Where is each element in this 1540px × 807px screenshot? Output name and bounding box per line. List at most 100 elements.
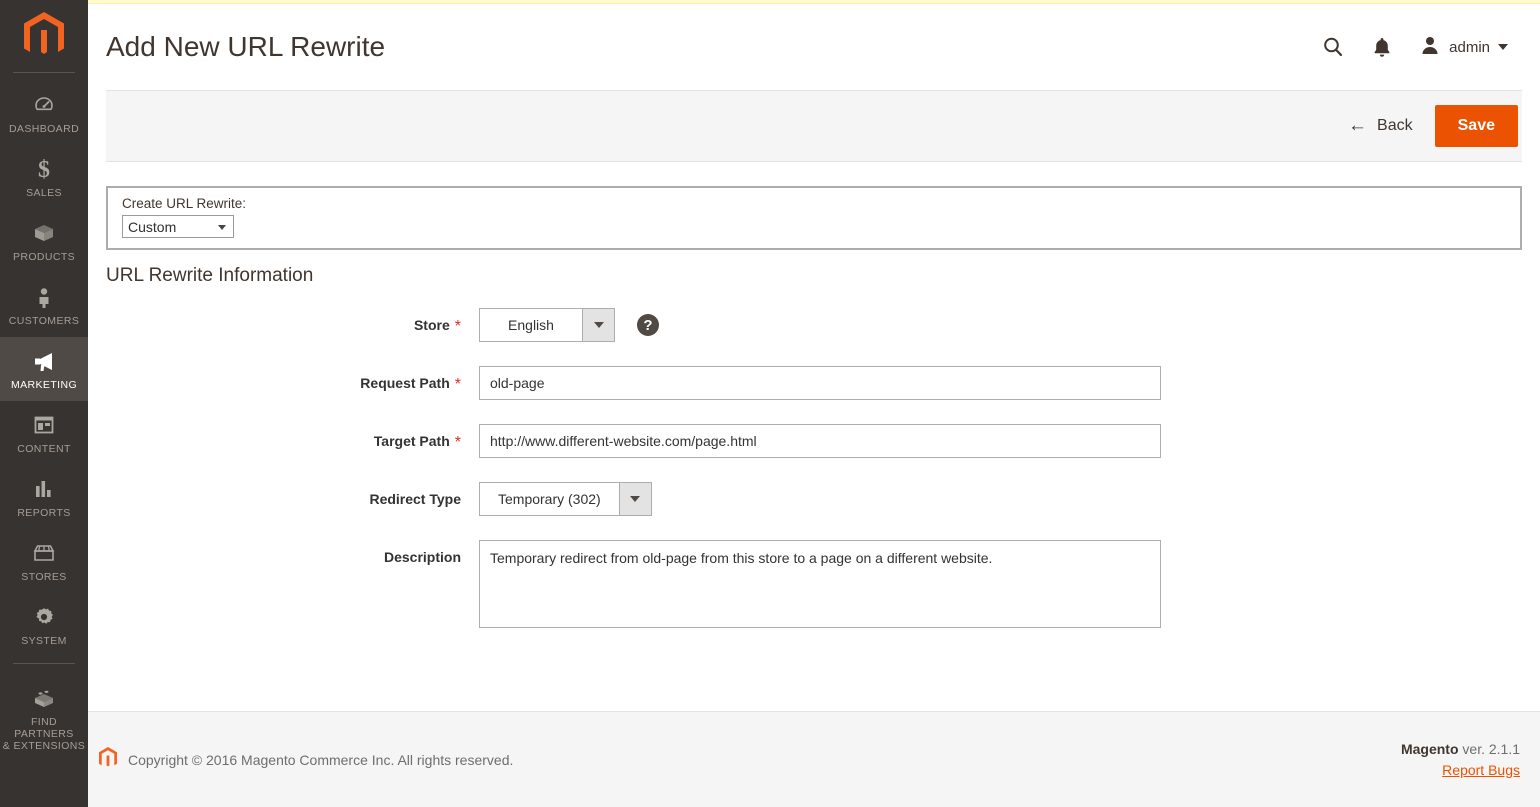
admin-account-menu[interactable]: admin [1419,34,1508,61]
sidebar-item-label: REPORTS [2,507,86,519]
redirect-type-control-col: Temporary (302) [461,482,1522,516]
field-row-description: Description [106,540,1522,628]
redirect-type-label-col: Redirect Type [106,482,461,508]
user-avatar-icon [1419,34,1441,61]
create-url-rewrite-box: Create URL Rewrite: Custom [106,186,1522,250]
box-package-icon [2,220,86,246]
search-icon [1321,35,1345,59]
sidebar-item-label: DASHBOARD [2,123,86,135]
bell-icon [1371,35,1393,59]
field-row-store: Store* English ? [106,308,1522,342]
puzzle-blocks-icon [2,685,86,711]
back-button-label: Back [1377,117,1413,135]
description-label-col: Description [106,540,461,566]
sidebar-item-label: SYSTEM [2,635,86,647]
sidebar-item-stores[interactable]: STORES [0,529,88,593]
layout-page-icon [2,412,86,438]
sidebar-item-label: PRODUCTS [2,251,86,263]
store-select-value: English [480,309,582,341]
sidebar-item-system[interactable]: SYSTEM [0,593,88,657]
sidebar-item-label: STORES [2,571,86,583]
field-row-request-path: Request Path* [106,366,1522,400]
store-select-dropdown-button[interactable] [582,309,614,341]
magento-logo-icon [98,746,118,773]
copyright-block: Copyright © 2016 Magento Commerce Inc. A… [98,746,1401,773]
person-icon [2,284,86,310]
report-bugs-link[interactable]: Report Bugs [1442,760,1520,781]
request-path-input[interactable] [479,366,1161,400]
sidebar-item-find-partners-extensions[interactable]: FIND PARTNERS & EXTENSIONS [0,674,88,762]
create-url-rewrite-select-wrap: Custom [122,215,234,238]
section-title: URL Rewrite Information [106,264,1522,288]
chevron-down-icon [630,496,640,502]
notifications-button[interactable] [1371,35,1393,59]
bar-chart-icon [2,476,86,502]
description-label: Description [384,549,461,565]
back-button[interactable]: ← Back [1326,111,1435,141]
request-path-control-col [461,366,1522,400]
help-question-icon[interactable]: ? [637,314,659,336]
sidebar-item-sales[interactable]: $ SALES [0,145,88,209]
version-line: Magento ver. 2.1.1 [1401,739,1520,760]
sidebar-item-label: FIND PARTNERS [2,716,86,740]
target-path-control-col [461,424,1522,458]
target-path-input[interactable] [479,424,1161,458]
redirect-type-select[interactable]: Temporary (302) [479,482,652,516]
page-actions-bar: ← Back Save [106,90,1522,162]
redirect-type-select-value: Temporary (302) [480,483,619,515]
sidebar-item-dashboard[interactable]: DASHBOARD [0,81,88,145]
sidebar-item-products[interactable]: PRODUCTS [0,209,88,273]
header-tools: admin [1321,34,1508,61]
store-label-col: Store* [106,308,461,336]
admin-username: admin [1449,39,1490,56]
url-rewrite-form: Store* English ? Request Path* [106,308,1522,628]
request-path-label: Request Path [360,375,449,391]
store-control-col: English ? [461,308,1522,342]
search-button[interactable] [1321,35,1345,59]
sidebar-item-label: CONTENT [2,443,86,455]
admin-sidebar: DASHBOARD $ SALES PRODUCTS CUSTOMERS MAR… [0,0,88,807]
description-control-col [461,540,1522,628]
sidebar-divider-top [13,72,75,73]
arrow-left-icon: ← [1348,118,1367,134]
sidebar-item-marketing[interactable]: MARKETING [0,337,88,401]
page-content: Create URL Rewrite: Custom URL Rewrite I… [88,162,1540,711]
dashboard-gauge-icon [2,92,86,118]
version-text: ver. 2.1.1 [1459,741,1520,757]
megaphone-icon [2,348,86,374]
field-row-target-path: Target Path* [106,424,1522,458]
request-path-label-col: Request Path* [106,366,461,394]
chevron-down-icon [594,322,604,328]
chevron-down-icon [1498,44,1508,50]
gear-icon [2,604,86,630]
target-path-label-col: Target Path* [106,424,461,452]
product-name: Magento [1401,741,1459,757]
redirect-type-dropdown-button[interactable] [619,483,651,515]
page-header: Add New URL Rewrite admin [88,4,1540,90]
sidebar-divider-bottom [13,663,75,664]
svg-text:$: $ [38,157,50,182]
footer-version-block: Magento ver. 2.1.1 Report Bugs [1401,739,1520,781]
field-row-redirect-type: Redirect Type Temporary (302) [106,482,1522,516]
sidebar-item-label-line2: & EXTENSIONS [2,740,86,752]
sidebar-item-label: SALES [2,187,86,199]
magento-logo-icon [22,11,66,61]
save-button[interactable]: Save [1435,105,1518,147]
create-url-rewrite-label: Create URL Rewrite: [122,196,1510,212]
target-path-label: Target Path [374,433,450,449]
sidebar-item-label: CUSTOMERS [2,315,86,327]
sidebar-item-content[interactable]: CONTENT [0,401,88,465]
magento-logo[interactable] [0,0,88,72]
create-url-rewrite-select[interactable]: Custom [122,215,234,238]
store-select[interactable]: English [479,308,615,342]
storefront-icon [2,540,86,566]
description-textarea[interactable] [479,540,1161,628]
dollar-sign-icon: $ [2,156,86,182]
page-footer: Copyright © 2016 Magento Commerce Inc. A… [88,711,1540,807]
store-label: Store [414,317,450,333]
sidebar-item-customers[interactable]: CUSTOMERS [0,273,88,337]
sidebar-item-label: MARKETING [2,379,86,391]
copyright-text: Copyright © 2016 Magento Commerce Inc. A… [128,752,513,768]
magento-admin-page: DASHBOARD $ SALES PRODUCTS CUSTOMERS MAR… [0,0,1540,807]
sidebar-item-reports[interactable]: REPORTS [0,465,88,529]
